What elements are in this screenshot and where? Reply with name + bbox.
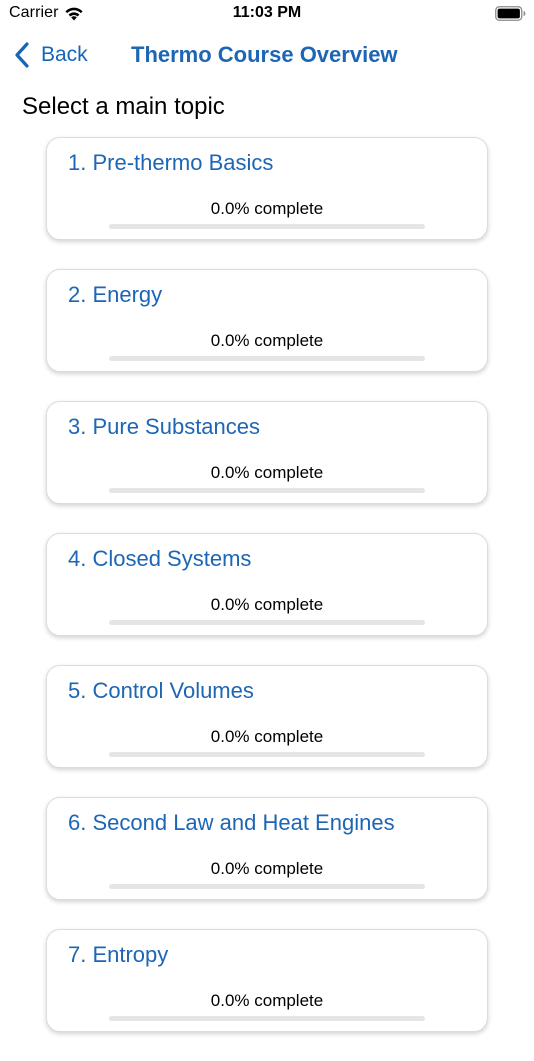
status-time: 11:03 PM <box>232 4 302 21</box>
topic-progress-text: 0.0% complete <box>210 727 324 746</box>
topic-card-control-volumes[interactable]: 5. Control Volumes 0.0% complete <box>46 665 488 768</box>
page-title: Thermo Course Overview <box>131 42 398 67</box>
topic-progress-text: 0.0% complete <box>210 199 324 218</box>
topic-progress-text: 0.0% complete <box>210 859 324 878</box>
topic-list: 1. Pre-thermo Basics 0.0% complete 2. En… <box>46 137 488 1061</box>
section-title: Select a main topic <box>22 93 225 120</box>
topic-title: 1. Pre-thermo Basics <box>68 150 274 175</box>
topic-progress-text: 0.0% complete <box>210 991 324 1010</box>
progress-bar <box>109 1016 425 1021</box>
topic-card-energy[interactable]: 2. Energy 0.0% complete <box>46 269 488 372</box>
topic-title: 4. Closed Systems <box>68 546 252 571</box>
topic-title: 7. Entropy <box>68 942 169 967</box>
progress-bar <box>109 620 425 625</box>
chevron-left-icon <box>14 41 30 69</box>
progress-bar <box>109 488 425 493</box>
topic-card-entropy[interactable]: 7. Entropy 0.0% complete <box>46 929 488 1032</box>
progress-bar <box>109 224 425 229</box>
topic-card-pure-substances[interactable]: 3. Pure Substances 0.0% complete <box>46 401 488 504</box>
back-button-label: Back <box>41 43 88 66</box>
topic-card-second-law-heat-engines[interactable]: 6. Second Law and Heat Engines 0.0% comp… <box>46 797 488 900</box>
topic-progress-text: 0.0% complete <box>210 331 324 350</box>
topic-title: 3. Pure Substances <box>68 414 261 439</box>
progress-bar <box>109 884 425 889</box>
progress-bar <box>109 752 425 757</box>
battery-icon <box>495 6 527 26</box>
navigation-bar: Back Thermo Course Overview <box>0 30 534 82</box>
topic-progress-text: 0.0% complete <box>210 595 324 614</box>
back-button[interactable]: Back <box>14 40 88 70</box>
topic-progress-text: 0.0% complete <box>210 463 324 482</box>
topic-card-closed-systems[interactable]: 4. Closed Systems 0.0% complete <box>46 533 488 636</box>
topic-title: 2. Energy <box>68 282 163 307</box>
progress-bar <box>109 356 425 361</box>
topic-card-pre-thermo-basics[interactable]: 1. Pre-thermo Basics 0.0% complete <box>46 137 488 240</box>
status-bar: Carrier 11:03 PM <box>0 0 534 30</box>
topic-title: 5. Control Volumes <box>68 678 254 703</box>
topic-title: 6. Second Law and Heat Engines <box>68 810 395 835</box>
